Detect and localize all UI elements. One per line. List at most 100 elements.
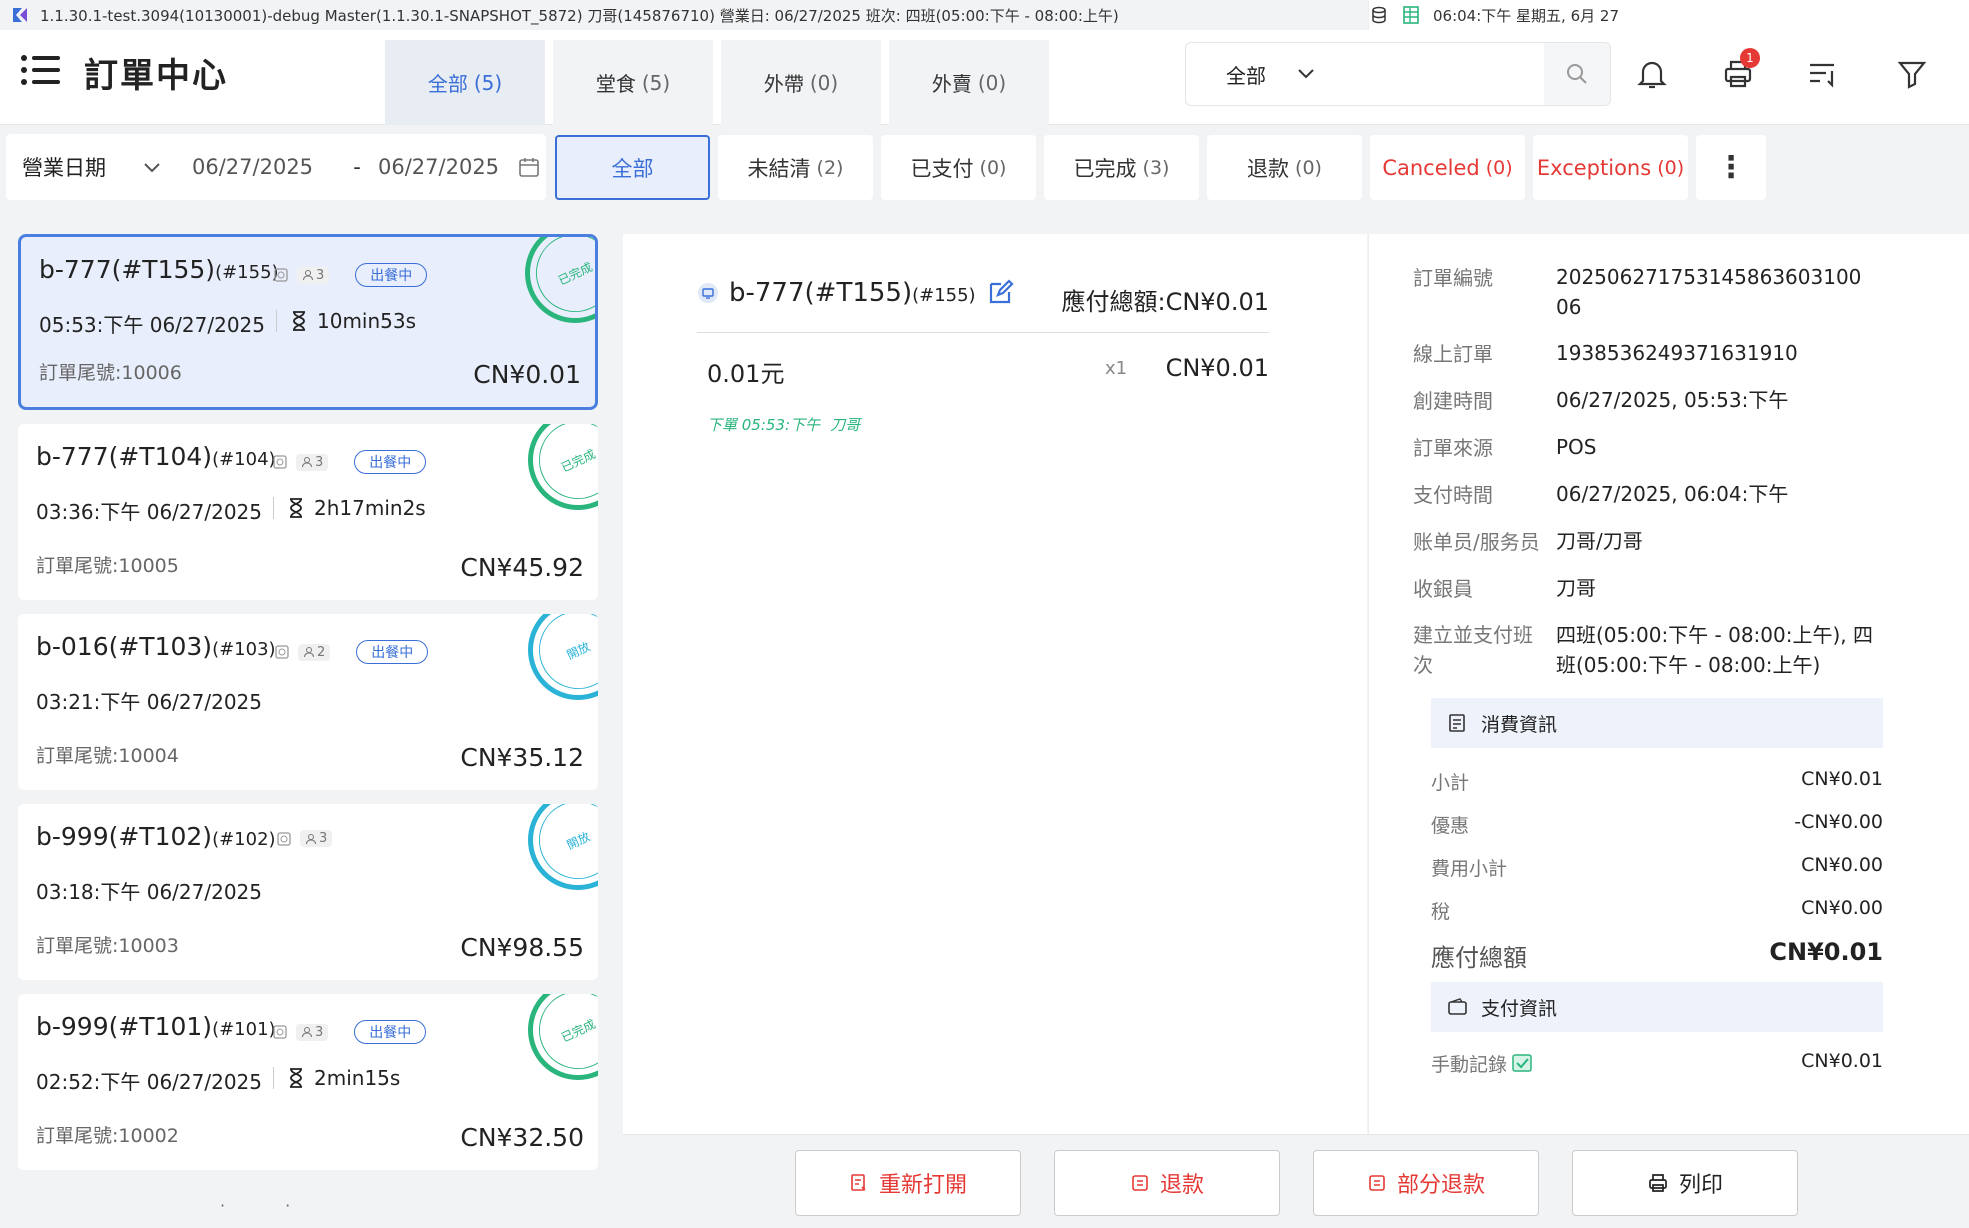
info-key: 支付時間 xyxy=(1413,483,1493,507)
filter-completed[interactable]: 已完成 (3) xyxy=(1044,135,1199,200)
date-from[interactable]: 06/27/2025 xyxy=(192,155,342,179)
search-box: 全部 xyxy=(1185,42,1611,106)
duration-value: 2h17min2s xyxy=(314,496,426,520)
order-number: (#104) xyxy=(212,449,276,470)
stamp-text: 已完成 xyxy=(526,994,598,1082)
filter-button[interactable] xyxy=(1890,52,1934,96)
action-bar: 重新打開 退款 部分退款 列印 xyxy=(623,1134,1969,1228)
guest-count: 3 xyxy=(296,1023,329,1041)
filter-refund[interactable]: 退款 (0) xyxy=(1207,135,1362,200)
date-to[interactable]: 06/27/2025 xyxy=(378,155,508,179)
order-time: 03:18:下午 06/27/2025 xyxy=(36,880,263,904)
filter-label: Exceptions xyxy=(1536,155,1652,180)
page-title: 訂單中心 xyxy=(84,56,228,96)
tab-count: (5) xyxy=(473,70,503,95)
money-key: 小計 xyxy=(1431,772,1470,794)
order-status-pill: 出餐中 xyxy=(354,1020,427,1044)
dine-in-icon xyxy=(698,283,718,303)
guest-count-value: 2 xyxy=(317,644,326,660)
info-row-staff: 账单员/服务员 刀哥/刀哥 xyxy=(1413,526,1876,556)
filter-label: 已支付 xyxy=(910,156,974,181)
more-options-button[interactable]: ⋮ xyxy=(1696,135,1766,200)
guest-count-value: 3 xyxy=(315,1024,324,1040)
order-amount: CN¥0.01 xyxy=(473,360,581,389)
filter-count: (0) xyxy=(1485,156,1513,179)
filter-label: 退款 xyxy=(1247,156,1290,181)
dine-in-icon xyxy=(273,1025,287,1039)
person-icon xyxy=(303,270,313,281)
order-name: b-777(#T104) xyxy=(36,442,213,471)
refund-icon xyxy=(1132,1175,1148,1191)
partial-refund-icon xyxy=(1369,1175,1385,1191)
tab-dine-in[interactable]: 堂食 (5) xyxy=(553,40,713,125)
filter-exceptions[interactable]: Exceptions (0) xyxy=(1533,135,1688,200)
guest-count-value: 3 xyxy=(316,267,325,283)
order-card[interactable]: b-777(#T155)(#155) 3 出餐中 05:53:下午 06/27/… xyxy=(18,234,598,410)
info-value: 四班(05:00:下午 - 08:00:上午), 四班(05:00:下午 - 0… xyxy=(1556,623,1874,677)
tab-count: (0) xyxy=(977,70,1007,95)
money-value: CN¥0.01 xyxy=(1769,938,1883,966)
stamp-text: 開放 xyxy=(526,804,598,892)
person-icon xyxy=(302,1027,312,1038)
menu-icon[interactable] xyxy=(20,52,62,88)
line-item-name[interactable]: 0.01元 xyxy=(707,354,784,389)
filter-all[interactable]: 全部 xyxy=(555,135,710,200)
tab-takeaway[interactable]: 外帶 (0) xyxy=(721,40,881,125)
partial-refund-button[interactable]: 部分退款 xyxy=(1313,1150,1539,1216)
info-value: 1938536249371631910 xyxy=(1556,341,1798,365)
filter-count: (0) xyxy=(1657,156,1685,179)
build-info: 1.1.30.1-test.3094(10130001)-debug Maste… xyxy=(40,6,1119,25)
guest-count: 3 xyxy=(296,453,329,471)
search-button[interactable] xyxy=(1544,43,1610,105)
detail-total: 應付總額:CN¥0.01 xyxy=(1061,288,1269,316)
order-name: b-999(#T101) xyxy=(36,1012,213,1041)
sheet-icon xyxy=(1403,6,1419,24)
reopen-icon xyxy=(851,1174,866,1191)
date-separator: - xyxy=(353,155,361,179)
money-value: -CN¥0.00 xyxy=(1794,811,1883,833)
order-table-name: b-777(#T155)(#155) xyxy=(39,255,279,284)
notification-button[interactable] xyxy=(1630,52,1674,96)
order-tail-number: 訂單尾號:10005 xyxy=(36,555,179,577)
tab-all[interactable]: 全部 (5) xyxy=(385,40,545,125)
divider xyxy=(697,332,1269,333)
reopen-button[interactable]: 重新打開 xyxy=(795,1150,1021,1216)
order-card[interactable]: b-016(#T103)(#103) 2 出餐中 03:21:下午 06/27/… xyxy=(18,614,598,790)
filter-unsettled[interactable]: 未結清 (2) xyxy=(718,135,873,200)
info-key: 訂單編號 xyxy=(1413,266,1493,290)
date-type-select[interactable]: 營業日期 xyxy=(22,152,142,182)
order-card[interactable]: b-999(#T101)(#101) 3 出餐中 02:52:下午 06/27/… xyxy=(18,994,598,1170)
open-stamp: 開放 xyxy=(526,614,598,702)
person-icon xyxy=(306,833,316,844)
tab-label: 外賣 xyxy=(931,72,972,96)
refund-button[interactable]: 退款 xyxy=(1054,1150,1280,1216)
filter-count: (0) xyxy=(1295,156,1322,179)
line-item-price: CN¥0.01 xyxy=(1165,354,1269,382)
order-time: 05:53:下午 06/27/2025 xyxy=(39,313,266,337)
info-key: 創建時間 xyxy=(1413,389,1493,413)
order-meta: 3 出餐中 xyxy=(272,450,427,474)
order-type-tabs: 全部 (5) 堂食 (5) 外帶 (0) 外賣 (0) xyxy=(385,40,1049,125)
sort-button[interactable] xyxy=(1800,52,1844,96)
tax-row: 稅 CN¥0.00 xyxy=(1431,897,1883,924)
order-tail-number: 訂單尾號:10003 xyxy=(36,935,179,957)
order-duration: 10min53s xyxy=(276,309,416,333)
order-card[interactable]: b-999(#T102)(#102) 3 03:18:下午 06/27/2025… xyxy=(18,804,598,980)
edit-icon[interactable] xyxy=(986,279,1014,307)
completed-stamp: 已完成 xyxy=(523,237,595,325)
search-scope-select[interactable]: 全部 xyxy=(1186,43,1545,105)
database-icon xyxy=(1372,6,1386,24)
scroll-indicator: ·· xyxy=(220,1196,351,1215)
filter-paid[interactable]: 已支付 (0) xyxy=(881,135,1036,200)
calendar-icon[interactable] xyxy=(518,156,540,178)
tab-delivery[interactable]: 外賣 (0) xyxy=(889,40,1049,125)
order-card[interactable]: b-777(#T104)(#104) 3 出餐中 03:36:下午 06/27/… xyxy=(18,424,598,600)
line-item-qty: x1 xyxy=(1105,358,1128,379)
filter-canceled[interactable]: Canceled (0) xyxy=(1370,135,1525,200)
dine-in-icon xyxy=(277,831,291,846)
printer-status-button[interactable]: 1 xyxy=(1716,48,1760,96)
order-status-pill: 出餐中 xyxy=(356,640,429,664)
date-range-picker[interactable]: 營業日期 06/27/2025 - 06/27/2025 xyxy=(6,134,546,200)
print-button[interactable]: 列印 xyxy=(1572,1150,1798,1216)
button-label: 重新打開 xyxy=(878,1173,967,1198)
